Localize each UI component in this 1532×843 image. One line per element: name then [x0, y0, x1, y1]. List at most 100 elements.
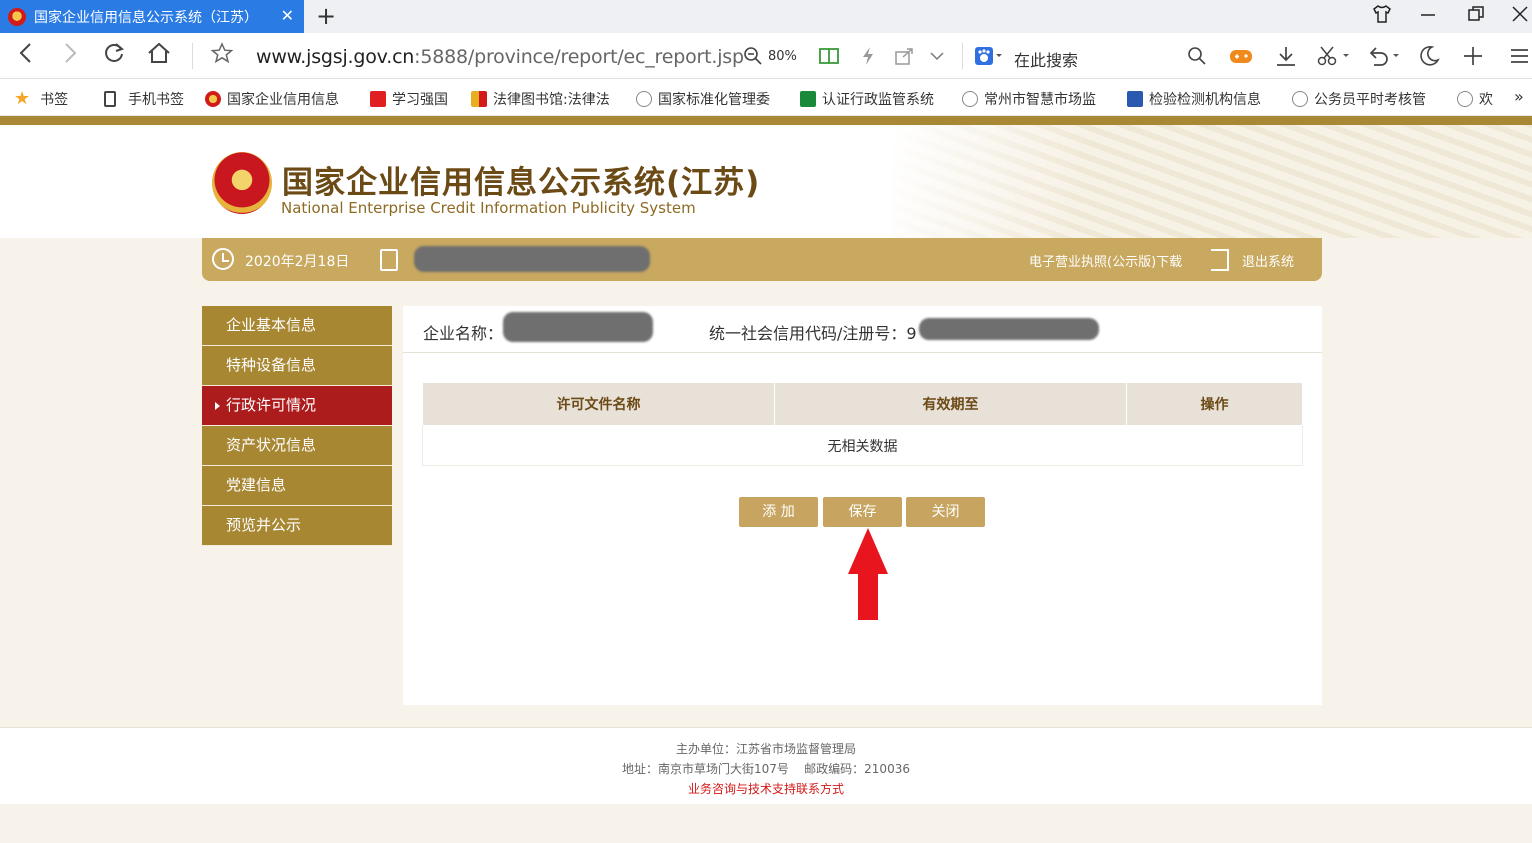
bookmark-item[interactable]: 学习强国	[370, 89, 448, 109]
menu-icon[interactable]	[1508, 45, 1530, 75]
shirt-skin-icon[interactable]	[1372, 4, 1392, 28]
globe-icon	[1457, 91, 1473, 107]
sidebar-item-preview-publish[interactable]: 预览并公示	[202, 506, 392, 546]
download-icon[interactable]	[1274, 45, 1298, 75]
zoom-level[interactable]: 80%	[768, 49, 797, 64]
standard-search-icon	[636, 91, 652, 107]
sidebar-menu: 企业基本信息 特种设备信息 行政许可情况 资产状况信息 党建信息 预览并公示	[202, 306, 392, 546]
bookmark-item[interactable]: 常州市智慧市场监	[962, 89, 1096, 109]
current-date: 2020年2月18日	[245, 254, 350, 270]
restore-icon[interactable]	[1466, 4, 1486, 28]
address-bar[interactable]: www.jsgsj.gov.cn:5888/province/report/ec…	[256, 46, 744, 68]
bookmark-label: 学习强国	[392, 92, 448, 108]
logout-link[interactable]: 退出系统	[1242, 251, 1294, 270]
globe-icon	[962, 91, 978, 107]
reading-mode-icon[interactable]	[818, 45, 840, 75]
sidebar-item-administrative-license[interactable]: 行政许可情况	[202, 386, 392, 426]
reload-icon[interactable]	[102, 41, 126, 73]
redacted-username	[414, 246, 650, 272]
tab-title: 国家企业信用信息公示系统（江苏）	[34, 9, 258, 26]
footer-address: 地址：南京市草场门大街107号 邮政编码：210036	[622, 762, 910, 776]
add-icon[interactable]	[1462, 45, 1484, 75]
empty-table-message: 无相关数据	[422, 425, 1303, 466]
table-row: 无相关数据	[422, 425, 1303, 466]
bookmark-label: 法律图书馆:法律法	[493, 92, 610, 108]
bookmark-item[interactable]: ★ 书签	[14, 89, 68, 109]
bookmark-item[interactable]: 手机书签	[104, 89, 184, 109]
window-close-icon[interactable]	[1510, 4, 1530, 28]
scissors-icon[interactable]	[1316, 45, 1350, 75]
baidu-paw-icon[interactable]	[974, 45, 1004, 75]
xuexi-icon	[370, 91, 386, 107]
add-button[interactable]: 添 加	[739, 497, 818, 527]
bookmark-label: 国家企业信用信息	[227, 92, 339, 108]
bookmark-item[interactable]: 国家标准化管理委	[636, 89, 770, 109]
mountain-background-image	[892, 125, 1532, 238]
red-arrow-annotation-icon	[848, 528, 888, 620]
law-library-icon	[471, 91, 487, 107]
mobile-icon	[104, 91, 116, 107]
close-button[interactable]: 关闭	[906, 497, 985, 527]
bookmark-item[interactable]: 欢	[1457, 89, 1493, 109]
bookmark-label: 手机书签	[128, 92, 184, 108]
inspection-db-icon	[1127, 91, 1143, 107]
night-mode-moon-icon[interactable]	[1418, 45, 1440, 75]
chevron-down-icon[interactable]	[928, 45, 946, 75]
clock-icon	[212, 248, 234, 270]
bookmark-item[interactable]: 国家企业信用信息	[205, 89, 339, 109]
sidebar-item-special-equipment[interactable]: 特种设备信息	[202, 346, 392, 386]
flash-icon[interactable]	[860, 45, 876, 75]
redacted-credit-code	[919, 318, 1099, 340]
browser-tab[interactable]: 国家企业信用信息公示系统（江苏） ✕	[0, 0, 304, 33]
save-button[interactable]: 保存	[823, 497, 902, 527]
search-input[interactable]: 在此搜索	[1014, 47, 1078, 71]
site-footer: 主办单位：江苏省市场监督管理局 地址：南京市草场门大街107号 邮政编码：210…	[0, 727, 1532, 804]
company-name-label: 企业名称：	[423, 324, 504, 343]
bookmark-item[interactable]: 认证行政监管系统	[800, 89, 934, 109]
minimize-icon[interactable]	[1418, 4, 1438, 28]
bookmarks-bar: ★ 书签 手机书签 国家企业信用信息 学习强国 法律图书馆:法律法 国家标准化管理…	[0, 79, 1532, 116]
footer-contact-link[interactable]: 业务咨询与技术支持联系方式	[0, 780, 1532, 797]
column-header: 许可文件名称	[422, 382, 775, 426]
tab-close-icon[interactable]: ✕	[281, 6, 294, 26]
site-subtitle: National Enterprise Credit Information P…	[281, 199, 696, 217]
table-header-row: 许可文件名称 有效期至 操作	[422, 382, 1303, 426]
globe-icon	[1292, 91, 1308, 107]
bookmark-label: 认证行政监管系统	[822, 92, 934, 108]
sidebar-item-asset-status[interactable]: 资产状况信息	[202, 426, 392, 466]
home-icon[interactable]	[146, 41, 172, 73]
zoom-icon[interactable]	[742, 45, 764, 75]
undo-icon[interactable]	[1366, 45, 1400, 75]
bookmark-label: 常州市智慧市场监	[984, 92, 1096, 108]
national-emblem-icon	[205, 91, 221, 107]
credit-code-label: 统一社会信用代码/注册号：9	[709, 324, 917, 343]
logout-icon[interactable]	[1211, 249, 1229, 271]
divider	[403, 352, 1322, 353]
divider	[192, 43, 193, 69]
star-bookmark-icon[interactable]	[210, 41, 234, 73]
new-tab-button[interactable]: +	[316, 2, 336, 30]
download-license-link[interactable]: 电子营业执照(公示版)下载	[1029, 251, 1182, 270]
column-header: 有效期至	[774, 382, 1127, 426]
game-controller-icon[interactable]	[1228, 45, 1254, 75]
sidebar-item-basic-info[interactable]: 企业基本信息	[202, 306, 392, 346]
forward-icon[interactable]	[60, 41, 80, 73]
back-icon[interactable]	[16, 41, 36, 73]
excel-icon	[800, 91, 816, 107]
bookmarks-overflow-icon[interactable]: »	[1514, 87, 1524, 106]
license-table: 许可文件名称 有效期至 操作 无相关数据	[422, 382, 1303, 466]
search-icon[interactable]	[1186, 45, 1208, 75]
bookmark-item[interactable]: 公务员平时考核管	[1292, 89, 1426, 109]
bookmark-item[interactable]: 法律图书馆:法律法	[471, 89, 610, 109]
sidebar-item-party-building[interactable]: 党建信息	[202, 466, 392, 506]
site-favicon-icon	[8, 7, 26, 26]
site-header: 国家企业信用信息公示系统(江苏) National Enterprise Cre…	[0, 125, 1532, 238]
bookmark-label: 书签	[40, 92, 69, 108]
national-emblem-icon	[212, 152, 272, 214]
share-icon[interactable]	[893, 45, 915, 75]
user-icon	[380, 249, 398, 271]
bookmark-item[interactable]: 检验检测机构信息	[1127, 89, 1261, 109]
navigation-bar: www.jsgsj.gov.cn:5888/province/report/ec…	[0, 33, 1532, 79]
header-top-border	[0, 116, 1532, 125]
bookmark-label: 公务员平时考核管	[1314, 92, 1426, 108]
